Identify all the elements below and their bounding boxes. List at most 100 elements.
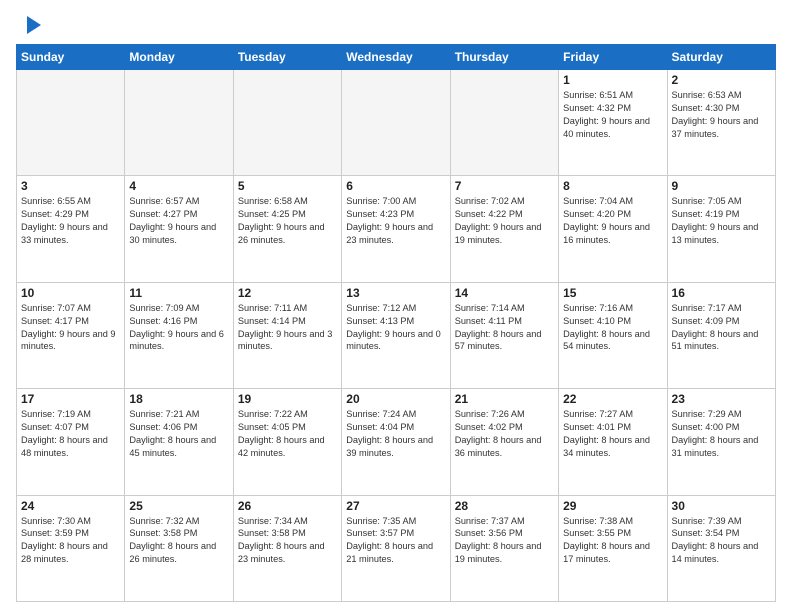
day-info: Sunrise: 7:29 AMSunset: 4:00 PMDaylight:… [672, 408, 771, 460]
day-info: Sunrise: 7:07 AMSunset: 4:17 PMDaylight:… [21, 302, 120, 354]
day-info: Sunrise: 7:16 AMSunset: 4:10 PMDaylight:… [563, 302, 662, 354]
day-info: Sunrise: 7:02 AMSunset: 4:22 PMDaylight:… [455, 195, 554, 247]
day-number: 2 [672, 73, 771, 87]
calendar-cell: 9 Sunrise: 7:05 AMSunset: 4:19 PMDaylight… [667, 176, 775, 282]
calendar-cell: 11Sunrise: 7:09 AMSunset: 4:16 PMDayligh… [125, 282, 233, 388]
calendar-cell: 21 Sunrise: 7:26 AMSunset: 4:02 PMDayligh… [450, 389, 558, 495]
calendar-cell: 8Sunrise: 7:04 AMSunset: 4:20 PMDaylight… [559, 176, 667, 282]
page: SundayMondayTuesdayWednesdayThursdayFrid… [0, 0, 792, 612]
calendar-header-tuesday: Tuesday [233, 45, 341, 70]
day-info: Sunrise: 7:12 AMSunset: 4:13 PMDaylight:… [346, 302, 445, 354]
calendar-cell: 10 Sunrise: 7:07 AMSunset: 4:17 PMDayligh… [17, 282, 125, 388]
day-info: Sunrise: 7:39 AMSunset: 3:54 PMDaylight:… [672, 515, 771, 567]
calendar-cell: 24 Sunrise: 7:30 AMSunset: 3:59 PMDayligh… [17, 495, 125, 601]
day-info: Sunrise: 7:19 AMSunset: 4:07 PMDaylight:… [21, 408, 120, 460]
day-info: Sunrise: 7:24 AMSunset: 4:04 PMDaylight:… [346, 408, 445, 460]
day-number: 15 [563, 286, 662, 300]
day-number: 26 [238, 499, 337, 513]
calendar-cell: 2 Sunrise: 6:53 AMSunset: 4:30 PMDaylight… [667, 70, 775, 176]
day-info: Sunrise: 7:26 AMSunset: 4:02 PMDaylight:… [455, 408, 554, 460]
calendar-week-row: 24 Sunrise: 7:30 AMSunset: 3:59 PMDayligh… [17, 495, 776, 601]
calendar-cell [125, 70, 233, 176]
day-number: 6 [346, 179, 445, 193]
day-info: Sunrise: 6:57 AMSunset: 4:27 PMDaylight:… [129, 195, 228, 247]
day-number: 1 [563, 73, 662, 87]
calendar-cell: 16 Sunrise: 7:17 AMSunset: 4:09 PMDayligh… [667, 282, 775, 388]
day-number: 12 [238, 286, 337, 300]
calendar-cell: 25 Sunrise: 7:32 AMSunset: 3:58 PMDayligh… [125, 495, 233, 601]
calendar-header-wednesday: Wednesday [342, 45, 450, 70]
day-number: 13 [346, 286, 445, 300]
day-info: Sunrise: 7:30 AMSunset: 3:59 PMDaylight:… [21, 515, 120, 567]
logo-text [16, 12, 45, 38]
day-number: 22 [563, 392, 662, 406]
day-info: Sunrise: 7:05 AMSunset: 4:19 PMDaylight:… [672, 195, 771, 247]
calendar-cell: 13 Sunrise: 7:12 AMSunset: 4:13 PMDayligh… [342, 282, 450, 388]
calendar-header-row: SundayMondayTuesdayWednesdayThursdayFrid… [17, 45, 776, 70]
calendar-cell: 28 Sunrise: 7:37 AMSunset: 3:56 PMDayligh… [450, 495, 558, 601]
calendar-cell: 7 Sunrise: 7:02 AMSunset: 4:22 PMDaylight… [450, 176, 558, 282]
day-info: Sunrise: 6:53 AMSunset: 4:30 PMDaylight:… [672, 89, 771, 141]
day-number: 7 [455, 179, 554, 193]
day-number: 20 [346, 392, 445, 406]
day-number: 16 [672, 286, 771, 300]
day-number: 30 [672, 499, 771, 513]
calendar-cell: 29 Sunrise: 7:38 AMSunset: 3:55 PMDayligh… [559, 495, 667, 601]
day-number: 24 [21, 499, 120, 513]
day-info: Sunrise: 7:22 AMSunset: 4:05 PMDaylight:… [238, 408, 337, 460]
calendar-header-friday: Friday [559, 45, 667, 70]
calendar-week-row: 1 Sunrise: 6:51 AMSunset: 4:32 PMDaylight… [17, 70, 776, 176]
logo [16, 12, 45, 38]
calendar-cell [450, 70, 558, 176]
day-number: 18 [129, 392, 228, 406]
day-number: 19 [238, 392, 337, 406]
calendar-cell: 27 Sunrise: 7:35 AMSunset: 3:57 PMDayligh… [342, 495, 450, 601]
logo-icon [19, 12, 45, 38]
day-number: 29 [563, 499, 662, 513]
day-number: 8 [563, 179, 662, 193]
day-info: Sunrise: 7:11 AMSunset: 4:14 PMDaylight:… [238, 302, 337, 354]
calendar-cell: 30 Sunrise: 7:39 AMSunset: 3:54 PMDayligh… [667, 495, 775, 601]
calendar-cell: 20 Sunrise: 7:24 AMSunset: 4:04 PMDayligh… [342, 389, 450, 495]
day-number: 5 [238, 179, 337, 193]
day-info: Sunrise: 7:35 AMSunset: 3:57 PMDaylight:… [346, 515, 445, 567]
day-number: 27 [346, 499, 445, 513]
calendar-cell: 23 Sunrise: 7:29 AMSunset: 4:00 PMDayligh… [667, 389, 775, 495]
day-number: 10 [21, 286, 120, 300]
day-info: Sunrise: 6:51 AMSunset: 4:32 PMDaylight:… [563, 89, 662, 141]
day-number: 9 [672, 179, 771, 193]
calendar-cell: 15 Sunrise: 7:16 AMSunset: 4:10 PMDayligh… [559, 282, 667, 388]
day-info: Sunrise: 6:58 AMSunset: 4:25 PMDaylight:… [238, 195, 337, 247]
calendar-table: SundayMondayTuesdayWednesdayThursdayFrid… [16, 44, 776, 602]
day-number: 17 [21, 392, 120, 406]
calendar-week-row: 10 Sunrise: 7:07 AMSunset: 4:17 PMDayligh… [17, 282, 776, 388]
day-number: 21 [455, 392, 554, 406]
day-info: Sunrise: 7:32 AMSunset: 3:58 PMDaylight:… [129, 515, 228, 567]
day-number: 25 [129, 499, 228, 513]
calendar-header-monday: Monday [125, 45, 233, 70]
day-number: 3 [21, 179, 120, 193]
calendar-cell [233, 70, 341, 176]
calendar-cell: 17 Sunrise: 7:19 AMSunset: 4:07 PMDayligh… [17, 389, 125, 495]
day-info: Sunrise: 7:34 AMSunset: 3:58 PMDaylight:… [238, 515, 337, 567]
calendar-week-row: 3 Sunrise: 6:55 AMSunset: 4:29 PMDaylight… [17, 176, 776, 282]
day-info: Sunrise: 7:09 AMSunset: 4:16 PMDaylight:… [129, 302, 228, 354]
day-info: Sunrise: 7:38 AMSunset: 3:55 PMDaylight:… [563, 515, 662, 567]
day-number: 23 [672, 392, 771, 406]
calendar-cell: 4 Sunrise: 6:57 AMSunset: 4:27 PMDaylight… [125, 176, 233, 282]
calendar-cell: 22Sunrise: 7:27 AMSunset: 4:01 PMDayligh… [559, 389, 667, 495]
calendar-cell [17, 70, 125, 176]
day-info: Sunrise: 7:17 AMSunset: 4:09 PMDaylight:… [672, 302, 771, 354]
day-number: 28 [455, 499, 554, 513]
day-number: 4 [129, 179, 228, 193]
calendar-cell: 12 Sunrise: 7:11 AMSunset: 4:14 PMDayligh… [233, 282, 341, 388]
calendar-cell: 14Sunrise: 7:14 AMSunset: 4:11 PMDayligh… [450, 282, 558, 388]
day-info: Sunrise: 7:37 AMSunset: 3:56 PMDaylight:… [455, 515, 554, 567]
calendar-cell: 1 Sunrise: 6:51 AMSunset: 4:32 PMDaylight… [559, 70, 667, 176]
calendar-cell: 5 Sunrise: 6:58 AMSunset: 4:25 PMDaylight… [233, 176, 341, 282]
day-number: 14 [455, 286, 554, 300]
calendar-cell: 6Sunrise: 7:00 AMSunset: 4:23 PMDaylight… [342, 176, 450, 282]
header [16, 12, 776, 38]
day-info: Sunrise: 6:55 AMSunset: 4:29 PMDaylight:… [21, 195, 120, 247]
calendar-cell: 18Sunrise: 7:21 AMSunset: 4:06 PMDayligh… [125, 389, 233, 495]
